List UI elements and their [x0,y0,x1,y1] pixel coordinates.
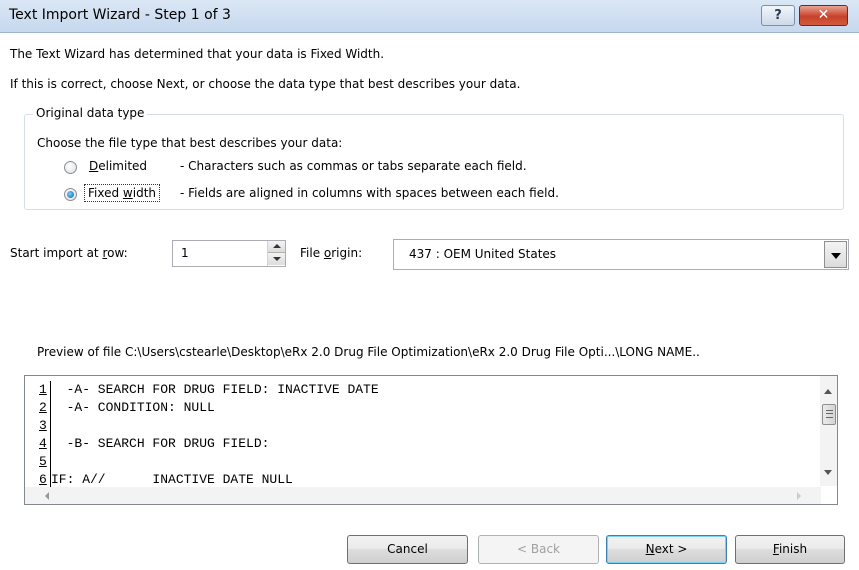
window-title: Text Import Wizard - Step 1 of 3 [9,7,231,23]
preview-line: 3 [38,417,379,435]
fixed-width-description: - Fields are aligned in columns with spa… [180,186,559,200]
preview-line: 2 -A- CONDITION: NULL [38,399,379,417]
scroll-up-icon[interactable] [824,389,832,394]
fixed-width-label[interactable]: Fixed width [83,184,161,202]
line-number: 4 [38,435,51,453]
arrow-down-icon [273,257,281,261]
start-import-label: Start import at row: [10,246,128,260]
scroll-left-icon[interactable] [45,492,49,500]
line-text: -B- SEARCH FOR DRUG FIELD: [51,436,270,451]
file-origin-select[interactable]: 437 : OEM United States [393,239,849,270]
vertical-scrollbar[interactable] [820,376,837,486]
cancel-button[interactable]: Cancel [347,535,468,564]
stepper-up-button[interactable] [268,241,285,253]
delimited-description: - Characters such as commas or tabs sepa… [180,159,527,173]
file-origin-label: File origin: [300,246,363,260]
line-number: 1 [38,381,51,399]
delimited-label[interactable]: Delimited [89,159,147,173]
close-button[interactable]: ✕ [799,5,848,26]
intro-line-1: The Text Wizard has determined that your… [10,47,385,61]
back-button[interactable]: < Back [478,535,599,564]
line-text: IF: A// INACTIVE DATE NULL [51,472,293,487]
finish-button[interactable]: Finish [735,535,845,564]
original-data-type-legend: Original data type [33,106,148,120]
scroll-right-icon[interactable] [797,492,801,500]
arrow-up-icon [273,244,281,248]
start-row-stepper[interactable]: 1 [172,240,286,267]
stepper-down-button[interactable] [268,253,285,265]
preview-label: Preview of file C:\Users\cstearle\Deskto… [37,345,700,359]
scroll-down-icon[interactable] [824,470,832,475]
line-number: 3 [38,417,51,435]
file-origin-value: 437 : OEM United States [409,247,557,261]
file-origin-dropdown-button[interactable] [824,241,847,268]
preview-line: 4 -B- SEARCH FOR DRUG FIELD: [38,435,379,453]
intro-line-2: If this is correct, choose Next, or choo… [10,77,521,91]
preview-pane[interactable]: 1 -A- SEARCH FOR DRUG FIELD: INACTIVE DA… [24,375,838,505]
help-icon: ? [774,8,782,23]
horizontal-scrollbar[interactable] [25,487,821,504]
chevron-down-icon [831,253,841,259]
line-number: 2 [38,399,51,417]
delimited-radio[interactable] [64,161,77,174]
stepper-buttons [267,241,285,266]
line-text: -A- SEARCH FOR DRUG FIELD: INACTIVE DATE [51,382,379,397]
file-type-prompt: Choose the file type that best describes… [37,136,343,150]
line-text: -A- CONDITION: NULL [51,400,215,415]
preview-line: 1 -A- SEARCH FOR DRUG FIELD: INACTIVE DA… [38,381,379,399]
scroll-thumb[interactable] [822,404,836,425]
preview-line: 5 [38,453,379,471]
close-icon: ✕ [817,7,830,23]
help-button[interactable]: ? [761,5,795,26]
fixed-width-radio[interactable] [64,188,77,201]
grip-icon [826,410,833,418]
next-button[interactable]: Next > [606,535,727,564]
start-row-value[interactable]: 1 [181,246,189,260]
title-bar: Text Import Wizard - Step 1 of 3 ? ✕ [0,0,859,33]
line-number: 5 [38,453,51,471]
preview-lines: 1 -A- SEARCH FOR DRUG FIELD: INACTIVE DA… [38,381,379,489]
